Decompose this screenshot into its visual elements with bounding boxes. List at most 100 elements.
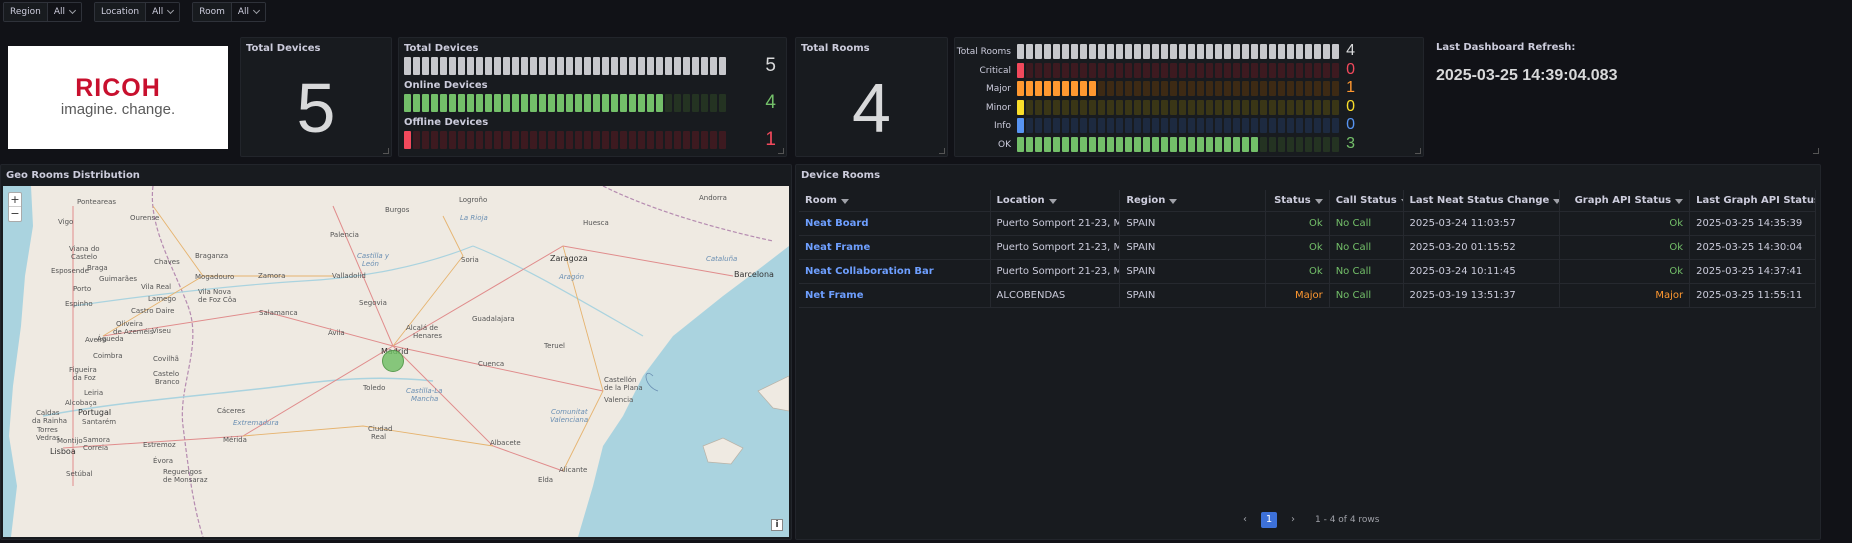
table-cell: Major: [1560, 284, 1691, 307]
gauge-cell: [413, 131, 420, 149]
gauge-cell: [1152, 62, 1159, 78]
gauge-cell: [1233, 44, 1240, 59]
gauge-cell: [1080, 118, 1087, 133]
location-variable[interactable]: Location All: [93, 2, 181, 22]
resize-handle[interactable]: [778, 148, 784, 154]
column-header[interactable]: Region: [1120, 190, 1266, 211]
filter-icon[interactable]: [1169, 199, 1178, 204]
gauge-cell: [1134, 62, 1141, 78]
gauge-cell: [431, 131, 438, 149]
map-place-label: de la Plana: [604, 384, 643, 392]
room-link[interactable]: Neat Frame: [799, 236, 991, 259]
gauge-cell: [1152, 136, 1159, 152]
gauge-cell: [1206, 136, 1213, 152]
gauge-cell: [620, 57, 627, 75]
zoom-in-button[interactable]: +: [9, 193, 21, 207]
map-place-label: Cataluña: [706, 255, 738, 263]
column-header[interactable]: Room: [799, 190, 991, 211]
gauge-bar: [1017, 99, 1339, 115]
gauge-cell: [1242, 62, 1249, 78]
room-link[interactable]: Neat Collaboration Bar: [799, 260, 991, 283]
map-place-label: Torres: [37, 426, 58, 434]
chevron-down-icon: [253, 6, 261, 15]
room-link[interactable]: Net Frame: [799, 284, 991, 307]
filter-icon[interactable]: [1553, 199, 1560, 204]
map-place-label: Segovia: [359, 299, 387, 307]
table-row[interactable]: Net Frame ALCOBENDAS SPAIN Major No Call 2025…: [799, 284, 1816, 308]
attribution-info-button[interactable]: i: [771, 519, 783, 531]
column-header[interactable]: Graph API Status: [1560, 190, 1691, 211]
filter-icon[interactable]: [1675, 199, 1684, 204]
resize-handle[interactable]: [1813, 148, 1819, 154]
table-row[interactable]: Neat BoardPuerto Somport 21-23, MadridSP…: [799, 212, 1816, 236]
resize-handle[interactable]: [1415, 148, 1421, 154]
map-place-label: Castro Daire: [131, 307, 175, 315]
column-header[interactable]: Status: [1266, 190, 1330, 211]
gauge-cell: [1260, 136, 1267, 152]
gauge-bar: [1017, 118, 1339, 133]
gauge-cell: [458, 131, 465, 149]
map-place-label: Viseu: [152, 327, 171, 335]
gauge-cell: [692, 131, 699, 149]
page-1-button[interactable]: 1: [1261, 512, 1277, 528]
room-select-value: All: [237, 7, 250, 17]
filter-icon[interactable]: [840, 199, 849, 204]
ricoh-logo: RICOH imagine. change.: [8, 46, 228, 149]
column-header[interactable]: Call Status: [1330, 190, 1404, 211]
map-place-label: Mancha: [411, 395, 439, 403]
gauge-cell: [1116, 44, 1123, 59]
column-header[interactable]: Last Neat Status Change: [1404, 190, 1561, 211]
table-row[interactable]: Neat Collaboration Bar Puerto Somport 21-…: [799, 260, 1816, 284]
gauge-cell: [1143, 44, 1150, 59]
gauge-cell: [431, 94, 438, 112]
gauge-cell: [1035, 44, 1042, 59]
map-place-label: León: [362, 260, 379, 268]
gauge-cell: [710, 131, 717, 149]
geo-map[interactable]: Ponteareas Ourense Vigo Burgos Logroño Andorr…: [3, 186, 789, 537]
filter-icon[interactable]: [1314, 199, 1323, 204]
table-cell: 2025-03-25 14:37:41: [1690, 260, 1816, 283]
room-variable[interactable]: Room All: [192, 2, 267, 22]
region-variable[interactable]: Region All: [3, 2, 82, 22]
table-cell: 2025-03-24 11:03:57: [1404, 212, 1561, 235]
gauge-cell: [1296, 62, 1303, 78]
column-header[interactable]: Last Graph API Status Ch: [1690, 190, 1816, 211]
gauge-cell: [1269, 99, 1276, 115]
gauge-cell: [494, 57, 501, 75]
gauge-cell: [512, 94, 519, 112]
resize-handle[interactable]: [939, 148, 945, 154]
next-page-button[interactable]: ›: [1285, 512, 1301, 528]
column-header[interactable]: Location: [991, 190, 1121, 211]
map-place-label: Alcalá de: [406, 324, 439, 332]
map-place-label: Andorra: [699, 194, 727, 202]
region-select[interactable]: All: [47, 3, 81, 21]
table-row[interactable]: Neat FramePuerto Somport 21-23, MadridSP…: [799, 236, 1816, 260]
gauge-cell: [1251, 118, 1258, 133]
room-cluster-marker[interactable]: [382, 350, 404, 372]
gauge-cell: [539, 94, 546, 112]
room-link[interactable]: Neat Board: [799, 212, 991, 235]
total-devices-panel: Total Devices 5: [240, 37, 392, 157]
map-place-label: Braga: [87, 264, 108, 272]
gauge-cell: [1197, 81, 1204, 96]
location-select[interactable]: All: [146, 3, 180, 21]
gauge-cell: [1278, 136, 1285, 152]
gauge-cell: [566, 94, 573, 112]
gauge-cell: [1089, 118, 1096, 133]
resize-handle[interactable]: [383, 148, 389, 154]
map-place-label: Braganza: [195, 252, 229, 260]
table-cell: ALCOBENDAS: [991, 284, 1121, 307]
gauge-cell: [1269, 118, 1276, 133]
gauge-cell: [1179, 62, 1186, 78]
gauge-cell: [1305, 81, 1312, 96]
filter-icon[interactable]: [1048, 199, 1057, 204]
rooms-bar-gauge-panel: Total Rooms 4 Critical 0 Major 1 Minor 0 Info 0 OK…: [954, 37, 1424, 157]
map-place-label: Teruel: [544, 342, 565, 350]
room-select[interactable]: All: [231, 3, 266, 21]
prev-page-button[interactable]: ‹: [1237, 512, 1253, 528]
zoom-out-button[interactable]: −: [9, 207, 21, 221]
map-place-label: Coimbra: [93, 352, 123, 360]
gauge-cell: [1125, 62, 1132, 78]
gauge-cell: [1224, 118, 1231, 133]
gauge-value: 4: [765, 92, 776, 113]
